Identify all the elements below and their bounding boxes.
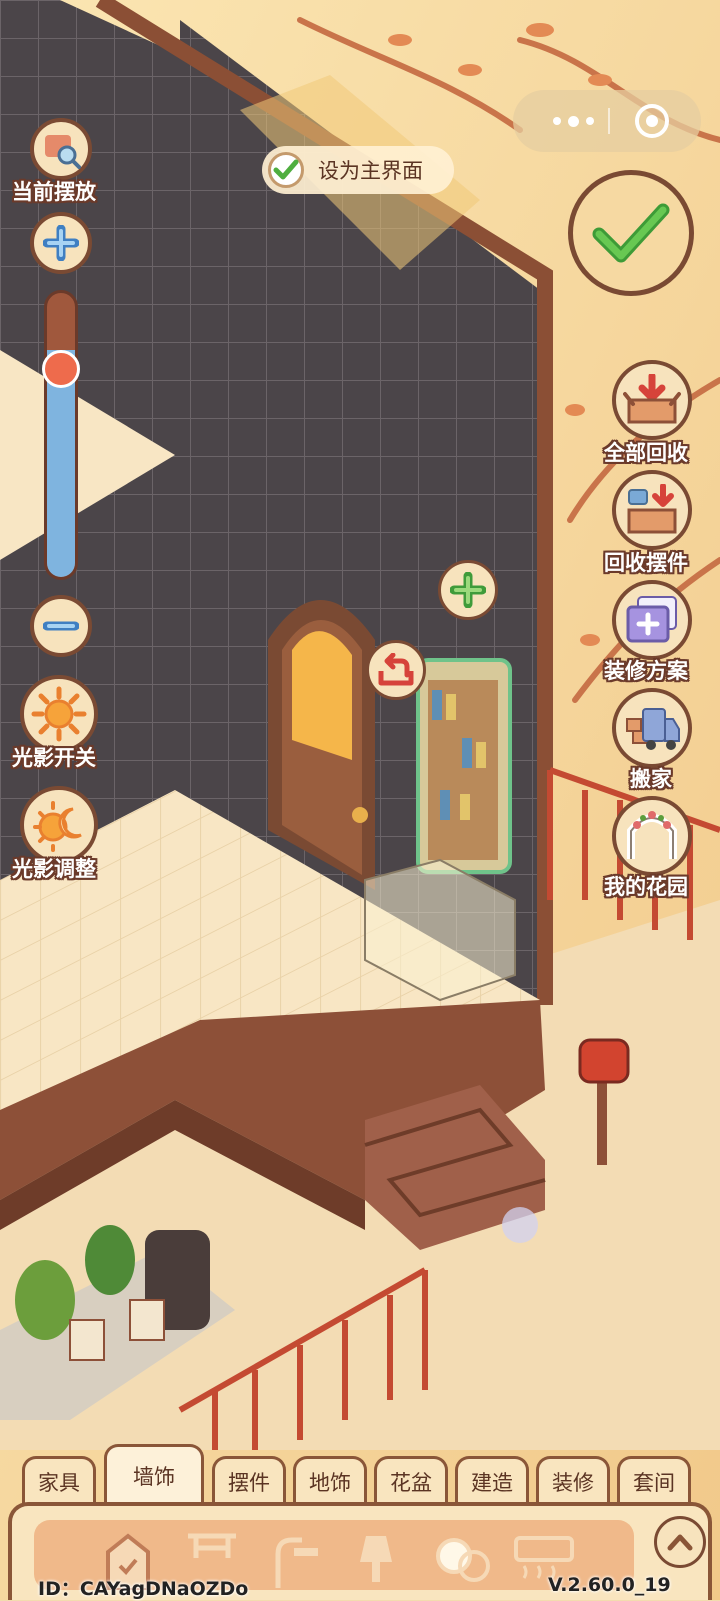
player-id: ID：CAYagDNaOZDo <box>38 1578 249 1600</box>
confirm-button[interactable] <box>568 170 694 296</box>
checkmark-icon <box>592 203 670 263</box>
set-main-screen-toggle[interactable]: 设为主界面 <box>262 146 454 194</box>
moving-label: 搬家 <box>630 767 672 791</box>
tab-label: 地饰 <box>309 1470 351 1495</box>
tab-renovation[interactable]: 装修 <box>536 1456 610 1504</box>
sun-icon <box>31 686 87 742</box>
plus-icon <box>43 225 79 261</box>
close-miniapp-icon[interactable] <box>635 104 669 138</box>
moving-button[interactable] <box>612 688 692 768</box>
tab-label: 装修 <box>552 1470 594 1495</box>
light-adjust-label: 光影调整 <box>12 857 96 881</box>
zoom-in-button[interactable] <box>30 212 92 274</box>
plus-icon <box>450 572 486 608</box>
tab-label: 花盆 <box>390 1470 432 1495</box>
zoom-slider[interactable] <box>44 290 78 580</box>
towel-rack-item-icon[interactable] <box>184 1528 240 1576</box>
store-item-button[interactable] <box>366 640 426 700</box>
more-options-icon[interactable] <box>543 108 603 134</box>
tab-suites[interactable]: 套间 <box>617 1456 691 1504</box>
light-toggle-label: 光影开关 <box>12 746 96 770</box>
tab-label: 摆件 <box>228 1470 270 1495</box>
decoration-plan-label: 装修方案 <box>604 659 688 683</box>
recycle-all-label: 全部回收 <box>604 441 688 465</box>
tab-wall-decor[interactable]: 墙饰 <box>104 1444 204 1504</box>
recycle-all-icon <box>623 374 681 424</box>
expand-tray-button[interactable] <box>654 1516 706 1568</box>
store-back-icon <box>378 653 414 686</box>
garden-arch-icon <box>627 811 677 859</box>
shower-item-icon[interactable] <box>272 1534 324 1588</box>
my-garden-button[interactable] <box>612 796 692 876</box>
tab-label: 家具 <box>38 1470 80 1495</box>
tab-ornaments[interactable]: 摆件 <box>212 1456 286 1504</box>
chevron-up-icon <box>667 1534 693 1551</box>
my-garden-label: 我的花园 <box>604 875 688 899</box>
recycle-items-label: 回收摆件 <box>604 551 688 575</box>
tab-label: 墙饰 <box>133 1464 175 1489</box>
set-main-screen-label: 设为主界面 <box>318 159 423 183</box>
zoom-slider-handle[interactable] <box>42 350 80 388</box>
decoration-plan-icon <box>626 596 677 643</box>
decoration-plan-button[interactable] <box>612 580 692 660</box>
recycle-items-button[interactable] <box>612 470 692 550</box>
tab-label: 建造 <box>471 1470 513 1495</box>
moving-truck-icon <box>626 708 680 750</box>
tab-build[interactable]: 建造 <box>455 1456 529 1504</box>
checkbox-icon <box>268 152 304 188</box>
tab-floor-decor[interactable]: 地饰 <box>293 1456 367 1504</box>
recycle-all-button[interactable] <box>612 360 692 440</box>
sun-moon-icon <box>33 801 82 852</box>
recycle-items-icon <box>627 484 677 534</box>
add-item-button[interactable] <box>438 560 498 620</box>
wall-lamp-item-icon[interactable] <box>352 1532 400 1586</box>
tab-furniture[interactable]: 家具 <box>22 1456 96 1504</box>
tab-label: 套间 <box>633 1470 675 1495</box>
minus-icon <box>43 621 79 631</box>
current-layout-label: 当前摆放 <box>12 180 96 204</box>
tab-flowerpots[interactable]: 花盆 <box>374 1456 448 1504</box>
bubbles-item-icon[interactable] <box>434 1534 494 1584</box>
miniapp-capsule <box>513 90 701 152</box>
magnifier-layout-icon <box>45 135 81 169</box>
app-version: V.2.60.0_19 <box>548 1574 671 1596</box>
zoom-out-button[interactable] <box>30 595 92 657</box>
current-layout-button[interactable] <box>30 118 92 180</box>
